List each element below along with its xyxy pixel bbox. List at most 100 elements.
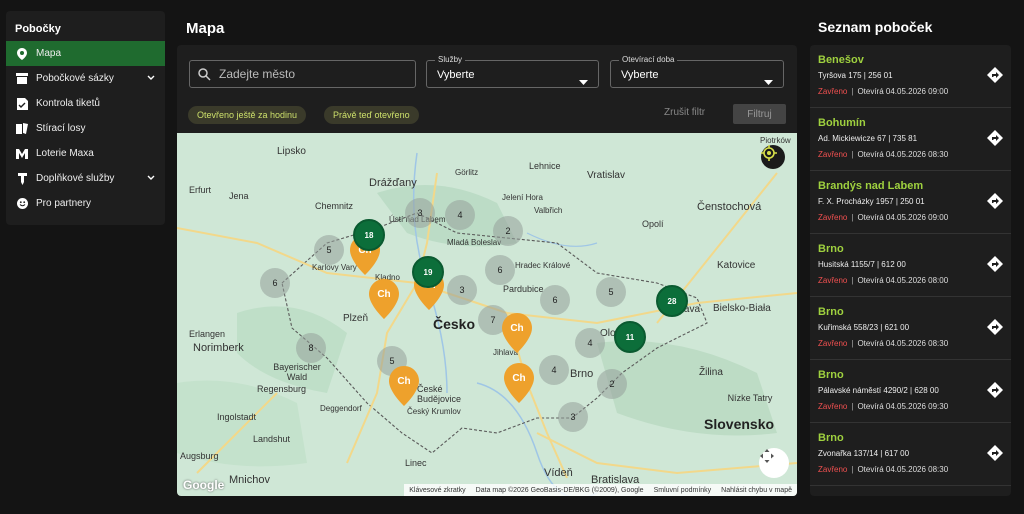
clear-filter-button[interactable]: Zrušit filtr [664,107,705,118]
map-label-country: Slovensko [704,416,775,432]
chevron-down-icon [147,173,155,184]
map-cluster[interactable]: 6 [540,285,570,315]
branch-name[interactable]: Brno [818,432,844,444]
filter-button[interactable]: Filtruj [733,104,786,124]
map-cluster[interactable]: 8 [296,333,326,363]
closed-label: Zavřeno [818,339,848,348]
sidebar-item-kontrola-tiketu[interactable]: Kontrola tiketů [6,91,165,116]
list-item[interactable]: Brno Zvonařka 137/14 | 617 00 Zavřeno | Ot… [810,423,1011,486]
branch-name[interactable]: Brno [818,243,844,255]
map-cluster-green[interactable]: 18 [353,219,385,251]
branch-name[interactable]: Brno [818,306,844,318]
map-label: Mnichov [229,474,270,486]
move-arrows-icon [760,449,774,463]
map-label: Mladá Boleslav [447,238,502,247]
map-cluster[interactable]: 2 [493,216,523,246]
hours-select-label: Otevírací doba [619,55,678,64]
map-label: Norimberk [193,342,244,354]
directions-icon[interactable] [987,130,1003,146]
list-item[interactable]: Brno Pálavské náměstí 4290/2 | 628 00 Za… [810,360,1011,423]
map-cluster-green[interactable]: 19 [412,256,444,288]
map-label: Deggendorf [320,404,362,413]
map-label: Lehnice [529,161,561,171]
branch-list: Benešov Tyršova 175 | 256 01 Zavřeno | Ote… [810,45,1011,496]
map-cluster[interactable]: 6 [260,268,290,298]
map-label: Piotrków [760,136,791,145]
branch-address: Husitská 1155/7 | 612 00 [818,260,906,269]
map-cluster[interactable]: 4 [539,355,569,385]
branch-name[interactable]: Benešov [818,54,864,66]
map-cluster[interactable]: 3 [447,275,477,305]
map-cluster[interactable]: 3 [405,198,435,228]
locate-me-button[interactable] [761,145,785,169]
store-icon [16,73,28,85]
closed-label: Zavřeno [818,87,848,96]
map-label: Drážďany [369,177,417,189]
directions-icon[interactable] [987,67,1003,83]
hours-select[interactable]: Otevírací doba Vyberte [610,55,784,90]
branch-status: Zavřeno | Otevírá 04.05.2026 09:00 [818,213,949,222]
list-item[interactable]: Brno Husitská 1155/7 | 612 00 Zavřeno | Ot… [810,234,1011,297]
directions-icon[interactable] [987,445,1003,461]
map[interactable]: Lipsko Drážďany Görlitz Lehnice Vratisla… [177,133,797,496]
map-data-credit: Data map ©2026 GeoBasis-DE/BKG (©2009), … [475,486,644,494]
map-pin[interactable]: Ch [369,279,399,319]
list-item[interactable]: Brno Kuřimská 558/23 | 621 00 Zavřeno | Ot… [810,297,1011,360]
map-cluster[interactable]: 5 [314,235,344,265]
map-label: Ingolstadt [217,412,257,422]
map-label: Žilina [699,367,723,378]
chip-open-now[interactable]: Právě teď otevřeno [324,106,419,124]
list-item[interactable]: Benešov Tyršova 175 | 256 01 Zavřeno | Ote… [810,45,1011,108]
map-cluster-green[interactable]: 11 [614,321,646,353]
terms-link[interactable]: Smluvní podmínky [654,487,712,494]
map-label: Valbřich [534,206,563,215]
map-cluster[interactable]: 4 [575,328,605,358]
branch-name[interactable]: Bohumín [818,117,866,129]
filter-panel: Služby Vyberte Otevírací doba Vyberte Ot… [177,45,797,133]
branch-name[interactable]: Brno [818,369,844,381]
map-cluster[interactable]: 4 [445,200,475,230]
map-cluster[interactable]: 3 [558,402,588,432]
map-cluster[interactable]: 6 [485,255,515,285]
sidebar-item-doplnkove-sluzby[interactable]: Doplňkové služby [6,166,165,191]
sidebar-item-loterie-maxa[interactable]: Loterie Maxa [6,141,165,166]
caret-down-icon [764,72,773,90]
map-pin-icon [16,47,28,60]
closed-label: Zavřeno [818,150,848,159]
chip-open-next-hour[interactable]: Otevřeno ještě za hodinu [188,106,307,124]
map-cluster[interactable]: 2 [597,369,627,399]
report-error-link[interactable]: Nahlásit chybu v mapě [721,487,792,494]
google-logo: Google [183,478,225,492]
directions-icon[interactable] [987,256,1003,272]
directions-icon[interactable] [987,319,1003,335]
sidebar-item-pro-partnery[interactable]: Pro partnery [6,191,165,216]
map-pin[interactable]: Ch [389,366,419,406]
map-cluster-green[interactable]: 28 [656,285,688,317]
map-label: Český Krumlov [407,407,461,416]
map-label: Chemnitz [315,201,354,211]
services-select-value: Vyberte [437,69,475,81]
maxa-logo-icon [16,148,28,160]
directions-icon[interactable] [987,382,1003,398]
fullscreen-button[interactable] [759,448,789,478]
sidebar-item-stiraci-losy[interactable]: Stírací losy [6,116,165,141]
directions-icon[interactable] [987,193,1003,209]
sidebar-item-label: Pro partnery [36,198,92,209]
search-input[interactable] [217,66,411,82]
branch-name[interactable]: Brandýs nad Labem [818,180,923,192]
list-item[interactable]: Brandýs nad Labem F. X. Procházky 1957 |… [810,171,1011,234]
map-label: Hradec Králové [515,261,571,270]
map-label: České Budějovice [417,384,462,404]
sidebar-item-pobockove-sazky[interactable]: Pobočkové sázky [6,66,165,91]
list-item[interactable]: Bohumín Ad. Mickiewicze 67 | 735 81 Zavř… [810,108,1011,171]
services-select-label: Služby [435,55,466,64]
map-pin[interactable]: Ch [504,363,534,403]
map-pin-label: Ch [510,323,524,334]
map-pin[interactable]: Ch [502,313,532,353]
sidebar-item-mapa[interactable]: Mapa [6,41,165,66]
map-label: Nízke Tatry [727,393,773,403]
services-select[interactable]: Služby Vyberte [426,55,599,88]
scratch-card-icon [16,123,28,135]
map-cluster[interactable]: 5 [596,277,626,307]
keyboard-shortcuts-link[interactable]: Klávesové zkratky [409,487,465,494]
